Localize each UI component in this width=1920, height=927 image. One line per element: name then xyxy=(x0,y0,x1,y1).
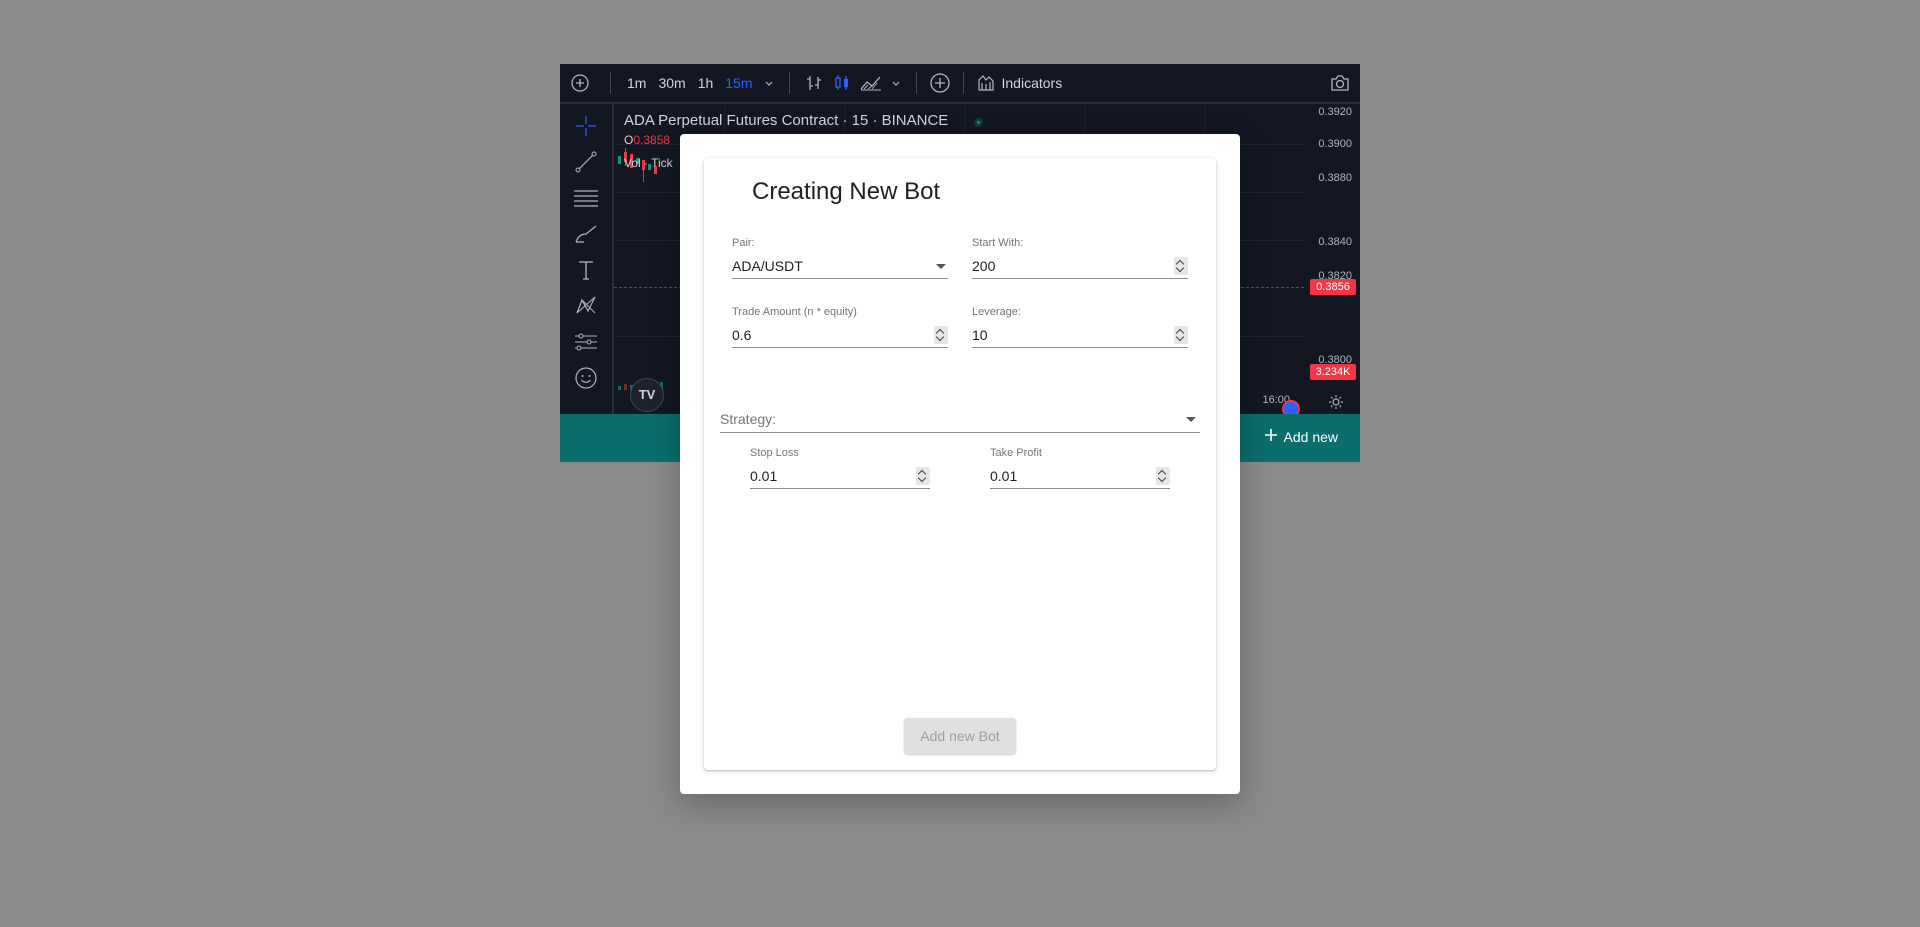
candles-chart-type-icon[interactable] xyxy=(828,64,856,102)
chevron-down-icon[interactable] xyxy=(759,64,779,102)
indicators-icon[interactable] xyxy=(974,64,998,102)
strategy-placeholder: Strategy: xyxy=(720,411,777,427)
stop-loss-input[interactable]: 0.01 xyxy=(750,464,930,489)
market-status-dot xyxy=(974,118,983,127)
leverage-input[interactable]: 10 xyxy=(972,323,1188,348)
pattern-tool-icon[interactable] xyxy=(572,292,600,320)
number-stepper-icon[interactable] xyxy=(934,326,948,344)
stop-loss-field: Stop Loss 0.01 xyxy=(750,446,930,489)
volume-tag: 3.234K xyxy=(1310,364,1356,380)
number-stepper-icon[interactable] xyxy=(1174,326,1188,344)
timeframe-1m[interactable]: 1m xyxy=(621,64,652,102)
settings-gear-icon[interactable] xyxy=(1328,394,1344,415)
crosshair-icon[interactable] xyxy=(572,112,600,140)
drawing-tools-sidebar xyxy=(560,104,614,414)
pair-select[interactable]: ADA/USDT xyxy=(732,254,948,279)
dropdown-arrow-icon xyxy=(936,263,946,269)
symbol-legend[interactable]: ADA Perpetual Futures Contract · 15 · BI… xyxy=(624,112,948,129)
toolbar-divider xyxy=(962,72,964,94)
toolbar-divider xyxy=(915,72,917,94)
compare-symbol-icon[interactable] xyxy=(927,64,953,102)
create-bot-dialog: Creating New Bot Pair: ADA/USDT Start Wi… xyxy=(680,134,1240,794)
stop-loss-value: 0.01 xyxy=(750,468,778,484)
timeframe-1h[interactable]: 1h xyxy=(692,64,720,102)
take-profit-value: 0.01 xyxy=(990,468,1018,484)
ohlc-prefix: O xyxy=(624,133,634,147)
number-stepper-icon[interactable] xyxy=(1174,257,1188,275)
leverage-field: Leverage: 10 xyxy=(972,305,1188,348)
add-symbol-icon[interactable] xyxy=(560,64,600,102)
fib-retracement-icon[interactable] xyxy=(572,184,600,212)
strategy-select[interactable]: Strategy: xyxy=(720,406,1200,433)
price-label: 0.3900 xyxy=(1318,138,1352,150)
create-bot-form-card: Creating New Bot Pair: ADA/USDT Start Wi… xyxy=(704,158,1216,770)
dialog-title: Creating New Bot xyxy=(752,178,941,205)
area-chart-type-icon[interactable] xyxy=(856,64,886,102)
pair-field: Pair: ADA/USDT xyxy=(732,236,948,279)
leverage-value: 10 xyxy=(972,327,988,343)
number-stepper-icon[interactable] xyxy=(1156,467,1170,485)
bar-chart-type-icon[interactable] xyxy=(800,64,828,102)
trade-amount-label: Trade Amount (n * equity) xyxy=(732,306,857,318)
start-with-value: 200 xyxy=(972,258,996,274)
toolbar-divider xyxy=(788,72,790,94)
add-new-button[interactable]: Add new xyxy=(1264,428,1338,445)
take-profit-input[interactable]: 0.01 xyxy=(990,464,1170,489)
start-with-field: Start With: 200 xyxy=(972,236,1188,279)
price-label: 0.3880 xyxy=(1318,172,1352,184)
brush-icon[interactable] xyxy=(572,220,600,248)
emoji-icon[interactable] xyxy=(572,364,600,392)
price-label: 0.3840 xyxy=(1318,236,1352,248)
toolbar-divider xyxy=(610,72,611,94)
chart-toolbar: 1m 30m 1h 15m Indicators xyxy=(560,64,1360,104)
ohlc-open-value: 0.3858 xyxy=(633,133,671,147)
ohlc-values: O0.3858 xyxy=(624,133,670,147)
volume-legend: Vol · Tick xyxy=(624,156,673,170)
current-price-tag: 0.3856 xyxy=(1310,279,1356,295)
timeframe-15m[interactable]: 15m xyxy=(719,64,758,102)
tradingview-logo[interactable]: TV xyxy=(630,378,664,412)
take-profit-label: Take Profit xyxy=(990,447,1042,459)
number-stepper-icon[interactable] xyxy=(916,467,930,485)
price-scale[interactable]: 0.3920 0.3900 0.3880 0.3840 0.3820 0.380… xyxy=(1304,104,1360,394)
price-label: 0.3920 xyxy=(1318,106,1352,118)
trade-amount-input[interactable]: 0.6 xyxy=(732,323,948,348)
start-with-input[interactable]: 200 xyxy=(972,254,1188,279)
prediction-tool-icon[interactable] xyxy=(572,328,600,356)
trend-line-icon[interactable] xyxy=(572,148,600,176)
camera-icon[interactable] xyxy=(1320,64,1360,102)
indicators-button[interactable]: Indicators xyxy=(998,64,1063,102)
chevron-down-icon[interactable] xyxy=(886,64,906,102)
timeframe-30m[interactable]: 30m xyxy=(652,64,691,102)
candlesticks xyxy=(618,148,663,390)
text-tool-icon[interactable] xyxy=(572,256,600,284)
leverage-label: Leverage: xyxy=(972,306,1021,318)
add-new-label: Add new xyxy=(1283,428,1338,445)
stop-loss-label: Stop Loss xyxy=(750,447,799,459)
trade-amount-field: Trade Amount (n * equity) 0.6 xyxy=(732,305,948,348)
add-new-bot-button[interactable]: Add new Bot xyxy=(904,718,1016,754)
pair-label: Pair: xyxy=(732,237,755,249)
start-with-label: Start With: xyxy=(972,237,1024,249)
pair-value: ADA/USDT xyxy=(732,258,803,274)
plus-icon xyxy=(1264,428,1278,445)
take-profit-field: Take Profit 0.01 xyxy=(990,446,1170,489)
dropdown-arrow-icon xyxy=(1186,416,1196,422)
trade-amount-value: 0.6 xyxy=(732,327,752,343)
